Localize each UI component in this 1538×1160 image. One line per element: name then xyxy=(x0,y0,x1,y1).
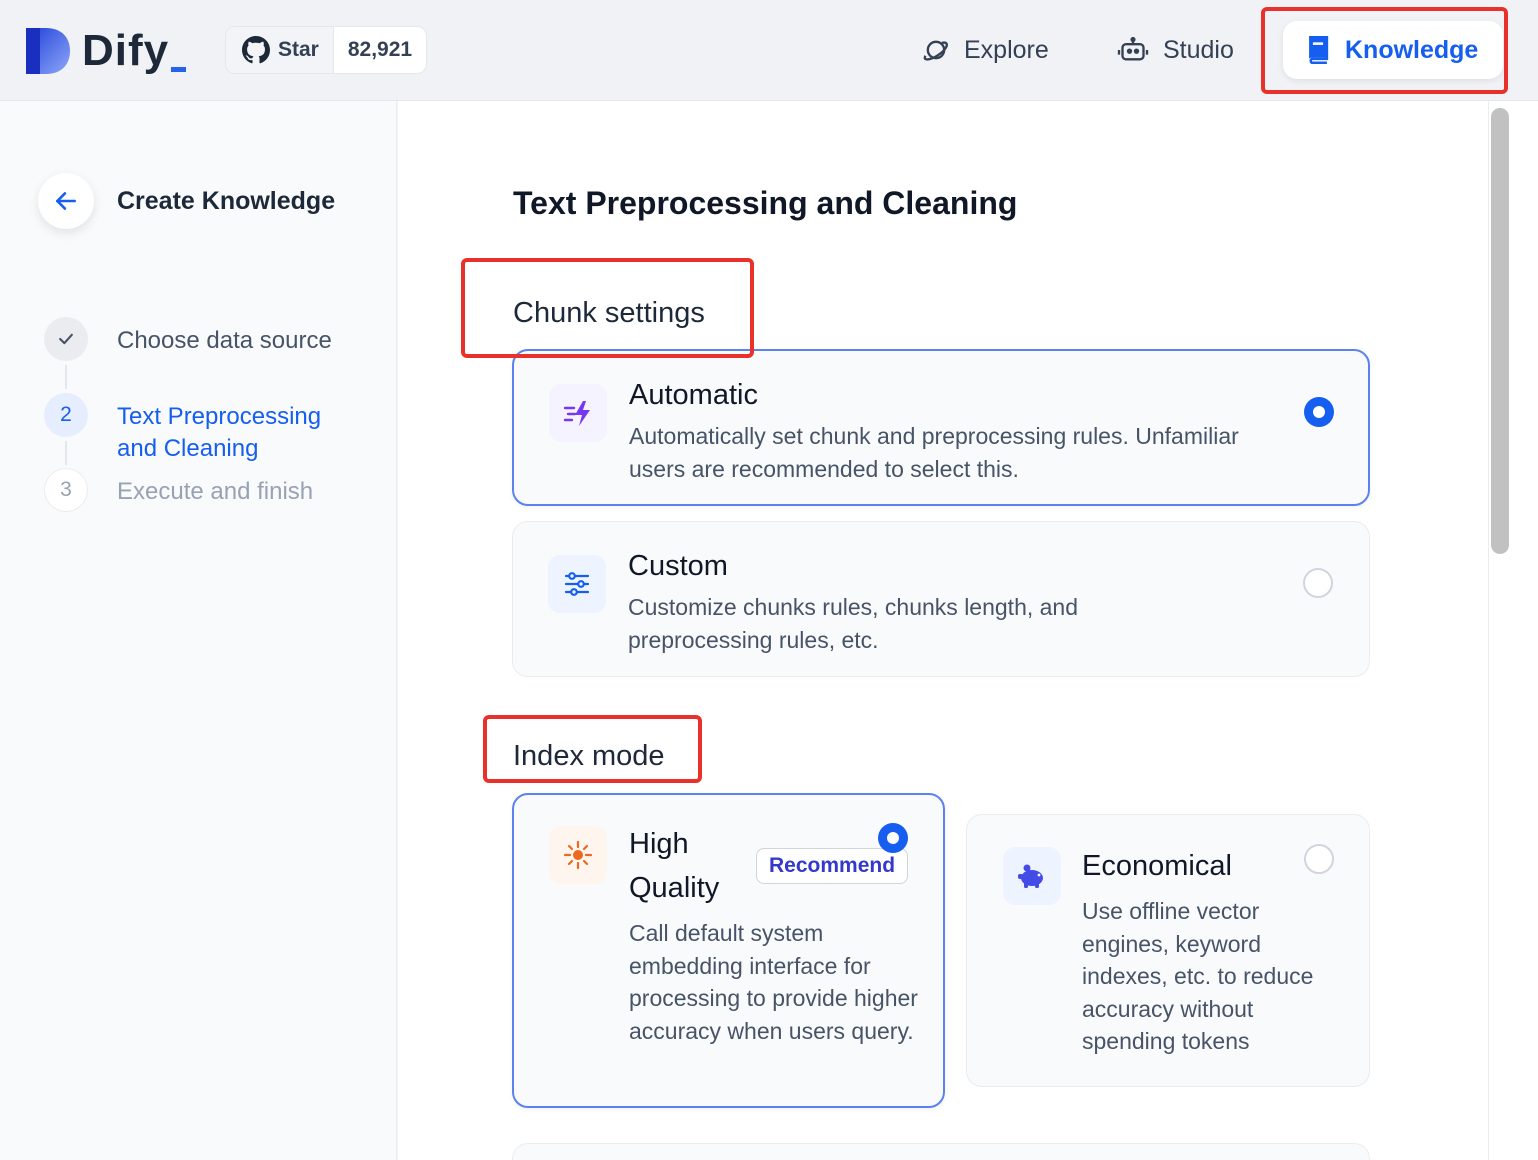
automatic-title: Automatic xyxy=(629,379,758,411)
custom-title: Custom xyxy=(628,550,728,582)
step-connector xyxy=(65,441,67,465)
page-title: Text Preprocessing and Cleaning xyxy=(513,185,1018,221)
arrow-left-icon xyxy=(56,192,76,210)
dify-logo-icon xyxy=(26,28,70,74)
automatic-description: Automatically set chunk and preprocessin… xyxy=(629,423,1239,482)
index-option-economical[interactable]: Economical Use offline vector engines, k… xyxy=(966,814,1370,1087)
chunk-option-custom[interactable]: Custom Customize chunks rules, chunks le… xyxy=(512,521,1370,677)
custom-radio[interactable] xyxy=(1303,568,1333,598)
step-connector xyxy=(65,365,67,389)
check-icon xyxy=(59,333,73,345)
step-3-indicator: 3 xyxy=(44,468,88,512)
github-icon xyxy=(242,36,270,64)
top-header: Dify Star 82,921 Explore Studio Knowledg… xyxy=(0,0,1538,101)
economical-title: Economical xyxy=(1082,850,1232,882)
piggy-bank-icon xyxy=(1003,847,1061,905)
automatic-radio[interactable] xyxy=(1304,397,1334,427)
nav-studio[interactable]: Studio xyxy=(1117,22,1234,78)
high-quality-description: Call default system embedding interface … xyxy=(629,920,918,1044)
nav-knowledge-label: Knowledge xyxy=(1345,35,1479,64)
flash-icon xyxy=(549,384,607,442)
robot-icon xyxy=(1117,36,1149,61)
steps-sidebar: Create Knowledge Choose data source 2 Te… xyxy=(0,101,397,1160)
next-section-card xyxy=(512,1143,1370,1160)
nav-studio-label: Studio xyxy=(1163,35,1234,64)
logo-text: Dify xyxy=(82,26,170,75)
github-star-count[interactable]: 82,921 xyxy=(332,27,426,73)
github-star-widget[interactable]: Star 82,921 xyxy=(225,26,428,74)
high-quality-radio[interactable] xyxy=(878,823,908,853)
step-1-indicator xyxy=(44,317,88,361)
economical-description: Use offline vector engines, keyword inde… xyxy=(1082,898,1314,1054)
sliders-icon xyxy=(548,555,606,613)
star-burst-icon xyxy=(549,826,607,884)
github-star-button[interactable]: Star xyxy=(226,27,333,73)
chunk-option-automatic[interactable]: Automatic Automatically set chunk and pr… xyxy=(512,349,1370,506)
dify-logo[interactable]: Dify xyxy=(24,25,187,77)
step-3-label: Execute and finish xyxy=(117,478,314,505)
step-1-label: Choose data source xyxy=(117,327,332,354)
main-content: Text Preprocessing and Cleaning Chunk se… xyxy=(398,101,1488,1160)
index-mode-title: Index mode xyxy=(513,740,665,772)
book-icon xyxy=(1309,36,1329,64)
right-edge xyxy=(1514,101,1538,1160)
economical-radio[interactable] xyxy=(1304,844,1334,874)
nav-explore[interactable]: Explore xyxy=(922,22,1049,78)
step-2-indicator: 2 xyxy=(44,393,88,437)
github-star-label: Star xyxy=(278,38,319,61)
recommend-badge: Recommend xyxy=(756,848,909,884)
custom-description: Customize chunks rules, chunks length, a… xyxy=(628,594,1079,653)
logo-underscore xyxy=(171,66,187,72)
chunk-settings-title: Chunk settings xyxy=(513,297,705,329)
planet-icon xyxy=(923,40,948,61)
high-quality-title: High Quality xyxy=(629,828,720,904)
step-2-label: Text Preprocessing and Cleaning xyxy=(117,403,322,462)
sidebar-title: Create Knowledge xyxy=(117,187,336,215)
nav-knowledge[interactable]: Knowledge xyxy=(1283,21,1503,79)
nav-explore-label: Explore xyxy=(964,35,1049,64)
index-option-high-quality[interactable]: High Quality Recommend Call default syst… xyxy=(512,793,945,1108)
scrollbar-thumb[interactable] xyxy=(1491,108,1509,554)
back-button[interactable] xyxy=(38,173,94,229)
